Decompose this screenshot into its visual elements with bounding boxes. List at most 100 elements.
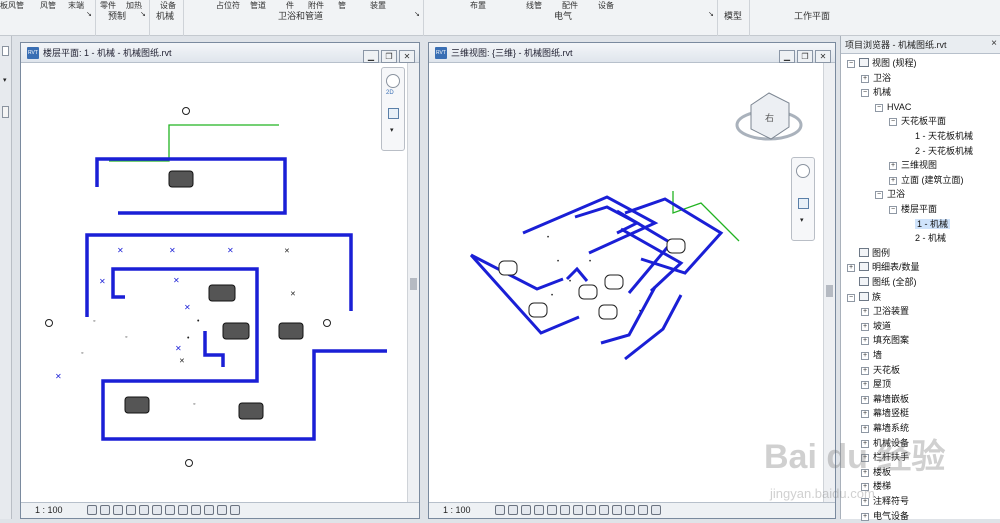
close-button[interactable]: ✕ [815, 50, 831, 63]
properties-panel-edge[interactable]: ▾ [0, 36, 12, 519]
expand-icon[interactable]: + [861, 410, 869, 419]
expand-icon[interactable]: + [861, 322, 869, 331]
restore-button[interactable]: ❐ [381, 50, 397, 63]
tree-item[interactable]: + 墙 [861, 348, 882, 362]
collapse-icon[interactable]: − [875, 103, 883, 112]
collapse-icon[interactable]: − [889, 206, 897, 214]
scrollbar-thumb[interactable] [826, 285, 833, 297]
expand-icon[interactable]: + [861, 337, 869, 346]
tree-item[interactable]: + 三维视图 [889, 158, 937, 172]
tree-item[interactable]: + 天花板 [861, 363, 900, 377]
chevron-down-icon[interactable]: ▾ [800, 216, 804, 224]
close-icon[interactable]: × [991, 38, 997, 50]
panel-icon[interactable] [2, 106, 9, 118]
expand-icon[interactable]: + [861, 308, 869, 317]
lock-view-icon[interactable] [586, 505, 596, 515]
project-browser-title-bar[interactable]: 项目浏览器 - 机械图纸.rvt × [841, 36, 1000, 54]
temporary-hide-icon[interactable] [178, 505, 188, 515]
tree-item[interactable]: + 立面 (建筑立面) [889, 173, 964, 187]
minimize-button[interactable]: ▁ [363, 50, 379, 63]
expand-icon[interactable]: + [889, 176, 897, 185]
expand-icon[interactable]: + [889, 162, 897, 171]
sun-path-icon[interactable] [113, 505, 123, 515]
collapse-icon[interactable]: − [875, 191, 883, 200]
tree-item[interactable]: + 填充图案 [861, 333, 909, 347]
tree-item[interactable]: − 楼层平面 [889, 202, 937, 216]
tree-item[interactable]: + 屋顶 [861, 377, 891, 391]
restore-button[interactable]: ❐ [797, 50, 813, 63]
crop-view-icon[interactable] [560, 505, 570, 515]
tree-item[interactable]: 图纸 (全部) [847, 275, 917, 289]
show-crop-icon[interactable] [573, 505, 583, 515]
worksharing-icon[interactable] [204, 505, 214, 515]
tree-item[interactable]: 2 - 机械 [903, 231, 946, 245]
worksharing-icon[interactable] [625, 505, 635, 515]
collapse-icon[interactable]: − [847, 293, 855, 302]
reveal-hidden-icon[interactable] [191, 505, 201, 515]
detail-level-icon[interactable] [87, 505, 97, 515]
dialog-launcher-icon[interactable]: ↘ [414, 10, 420, 18]
tree-item[interactable]: + 坡道 [861, 319, 891, 333]
shadows-icon[interactable] [534, 505, 544, 515]
panel-toggle-icon[interactable] [2, 46, 9, 56]
reveal-hidden-icon[interactable] [612, 505, 622, 515]
show-crop-icon[interactable] [152, 505, 162, 515]
lock-view-icon[interactable] [165, 505, 175, 515]
tree-item[interactable]: − 天花板平面 [889, 114, 946, 128]
tree-item[interactable]: + 幕墙竖梃 [861, 406, 909, 420]
tree-item[interactable]: − 机械 [861, 85, 891, 99]
highlight-displacement-icon[interactable] [230, 505, 240, 515]
visual-style-icon[interactable] [100, 505, 110, 515]
crop-view-icon[interactable] [139, 505, 149, 515]
view-scale[interactable]: 1 : 100 [443, 503, 471, 518]
sun-path-icon[interactable] [521, 505, 531, 515]
tree-item[interactable]: 图例 [847, 246, 890, 260]
collapse-icon[interactable]: − [847, 60, 855, 68]
dialog-launcher-icon[interactable]: ↘ [86, 10, 92, 18]
tree-item[interactable]: + 幕墙嵌板 [861, 392, 909, 406]
expand-icon[interactable]: + [861, 512, 869, 521]
steering-wheel-icon[interactable] [386, 74, 400, 88]
zoom-icon[interactable] [798, 198, 809, 209]
floor-plan-canvas[interactable]: ✕ ✕ ✕ ✕ ✕ ✕ ✕ ✕ ✕ ✕ ✕ • • ◦ ◦ ◦ ◦ [21, 63, 407, 504]
expand-icon[interactable]: + [861, 74, 869, 83]
expand-icon[interactable]: + [861, 366, 869, 375]
window-title-bar[interactable]: RVT 三维视图: {三维} - 机械图纸.rvt ▁ ❐ ✕ [429, 43, 835, 63]
tree-item[interactable]: 1 - 天花板机械 [903, 129, 973, 143]
expand-icon[interactable]: + [861, 381, 869, 390]
tree-item[interactable]: − 族 [847, 290, 881, 304]
navigation-bar[interactable]: ▾ [791, 157, 815, 241]
tree-item[interactable]: − 卫浴 [875, 187, 905, 201]
visual-style-icon[interactable] [508, 505, 518, 515]
expand-icon[interactable]: + [861, 352, 869, 360]
tree-item[interactable]: + 卫浴装置 [861, 304, 909, 318]
render-icon[interactable] [547, 505, 557, 515]
collapse-icon[interactable]: − [889, 118, 897, 127]
navigation-bar[interactable]: 2D ▾ [381, 67, 405, 151]
analytical-model-icon[interactable] [638, 505, 648, 515]
steering-wheel-icon[interactable] [796, 164, 810, 178]
close-button[interactable]: ✕ [399, 50, 415, 63]
highlight-displacement-icon[interactable] [651, 505, 661, 515]
temporary-hide-icon[interactable] [599, 505, 609, 515]
chevron-down-icon[interactable]: ▾ [3, 76, 7, 84]
zoom-icon[interactable] [388, 108, 399, 119]
shadows-icon[interactable] [126, 505, 136, 515]
tree-item[interactable]: + 卫浴 [861, 71, 891, 85]
dialog-launcher-icon[interactable]: ↘ [140, 10, 146, 18]
tree-item[interactable]: 1 - 机械 [903, 217, 951, 231]
window-title-bar[interactable]: RVT 楼层平面: 1 - 机械 - 机械图纸.rvt ▁ ❐ ✕ [21, 43, 419, 63]
detail-level-icon[interactable] [495, 505, 505, 515]
collapse-icon[interactable]: − [861, 89, 869, 98]
tree-item[interactable]: + 明细表/数量 [847, 260, 920, 274]
tree-item[interactable]: 2 - 天花板机械 [903, 144, 973, 158]
view-scale[interactable]: 1 : 100 [35, 503, 63, 518]
tree-item[interactable]: − 视图 (规程) [847, 56, 917, 70]
minimize-button[interactable]: ▁ [779, 50, 795, 63]
expand-icon[interactable]: + [847, 264, 855, 273]
analytical-model-icon[interactable] [217, 505, 227, 515]
dialog-launcher-icon[interactable]: ↘ [708, 10, 714, 18]
floor-plan-window[interactable]: RVT 楼层平面: 1 - 机械 - 机械图纸.rvt ▁ ❐ ✕ ✕ ✕ ✕ ✕ … [20, 42, 420, 519]
chevron-down-icon[interactable]: ▾ [390, 126, 394, 134]
scrollbar-thumb[interactable] [410, 278, 417, 290]
